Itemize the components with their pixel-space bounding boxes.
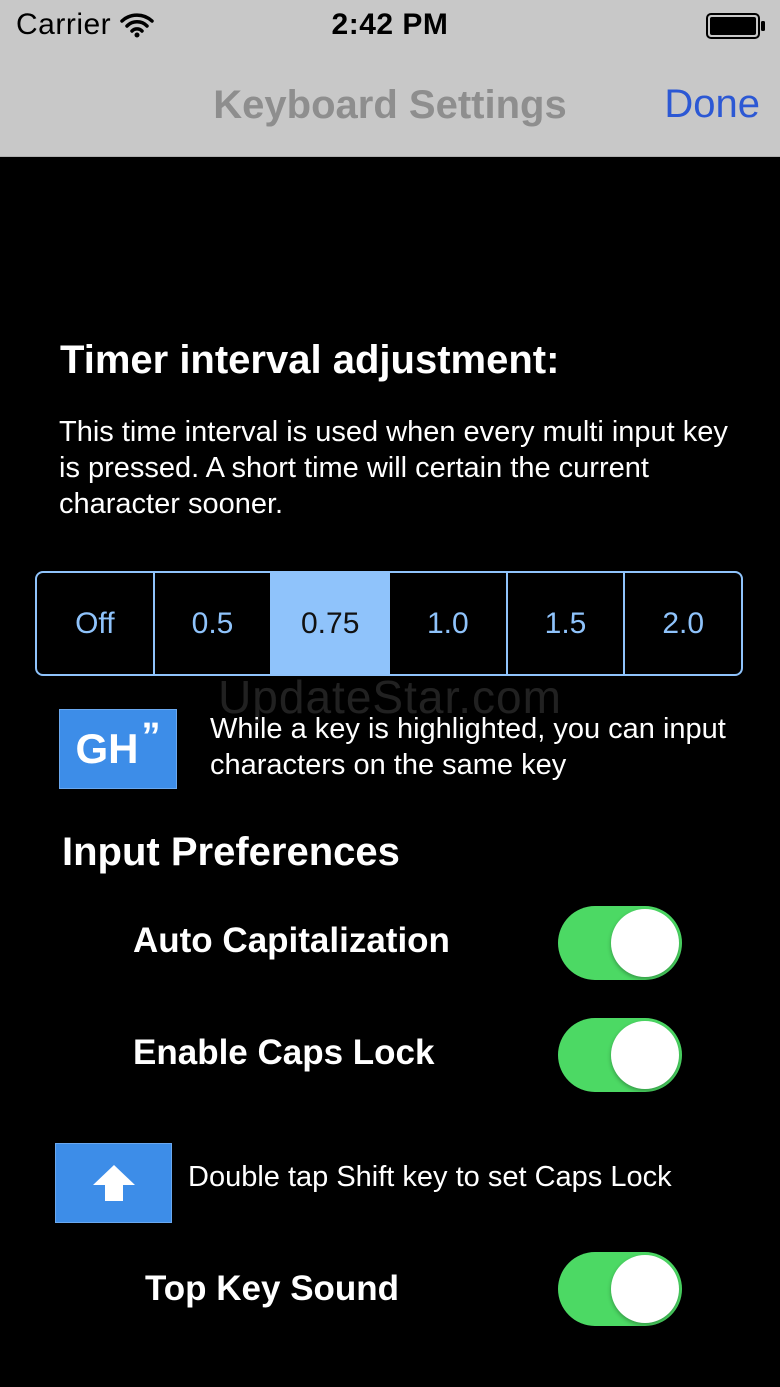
status-bar: Carrier 2:42 PM xyxy=(0,0,780,56)
timer-section-title: Timer interval adjustment: xyxy=(60,338,560,382)
multi-tap-key-icon: GH” xyxy=(59,709,177,789)
shift-arrow-icon xyxy=(55,1143,172,1223)
input-preferences-title: Input Preferences xyxy=(62,830,400,874)
caps-lock-hint-text: Double tap Shift key to set Caps Lock xyxy=(188,1161,672,1193)
segment-2-0[interactable]: 2.0 xyxy=(623,573,741,674)
battery-full-icon xyxy=(706,13,766,44)
gh-key-quote: ” xyxy=(141,715,161,758)
toggle-knob xyxy=(611,1255,679,1323)
enable-caps-lock-label: Enable Caps Lock xyxy=(133,1033,435,1072)
highlight-hint-text: While a key is highlighted, you can inpu… xyxy=(210,713,726,781)
segment-0-5[interactable]: 0.5 xyxy=(152,573,271,674)
segment-1-0[interactable]: 1.0 xyxy=(388,573,506,674)
auto-capitalization-label: Auto Capitalization xyxy=(133,921,450,960)
auto-capitalization-toggle[interactable] xyxy=(558,906,682,980)
toggle-knob xyxy=(611,909,679,977)
segment-off[interactable]: Off xyxy=(37,573,153,674)
status-time: 2:42 PM xyxy=(331,8,449,41)
gh-key-label: GH xyxy=(75,725,139,772)
top-key-sound-label: Top Key Sound xyxy=(145,1269,400,1308)
segment-0-75[interactable]: 0.75 xyxy=(270,573,389,674)
navigation-bar: Keyboard Settings Done xyxy=(0,56,780,157)
enable-caps-lock-toggle[interactable] xyxy=(558,1018,682,1092)
timer-description: This time interval is used when every mu… xyxy=(59,416,728,520)
toggle-knob xyxy=(611,1021,679,1089)
timer-interval-segmented-control: Off 0.5 0.75 1.0 1.5 2.0 xyxy=(35,571,743,676)
top-key-sound-toggle[interactable] xyxy=(558,1252,682,1326)
done-button[interactable]: Done xyxy=(664,82,760,127)
segment-1-5[interactable]: 1.5 xyxy=(505,573,624,674)
page-title: Keyboard Settings xyxy=(213,83,567,127)
